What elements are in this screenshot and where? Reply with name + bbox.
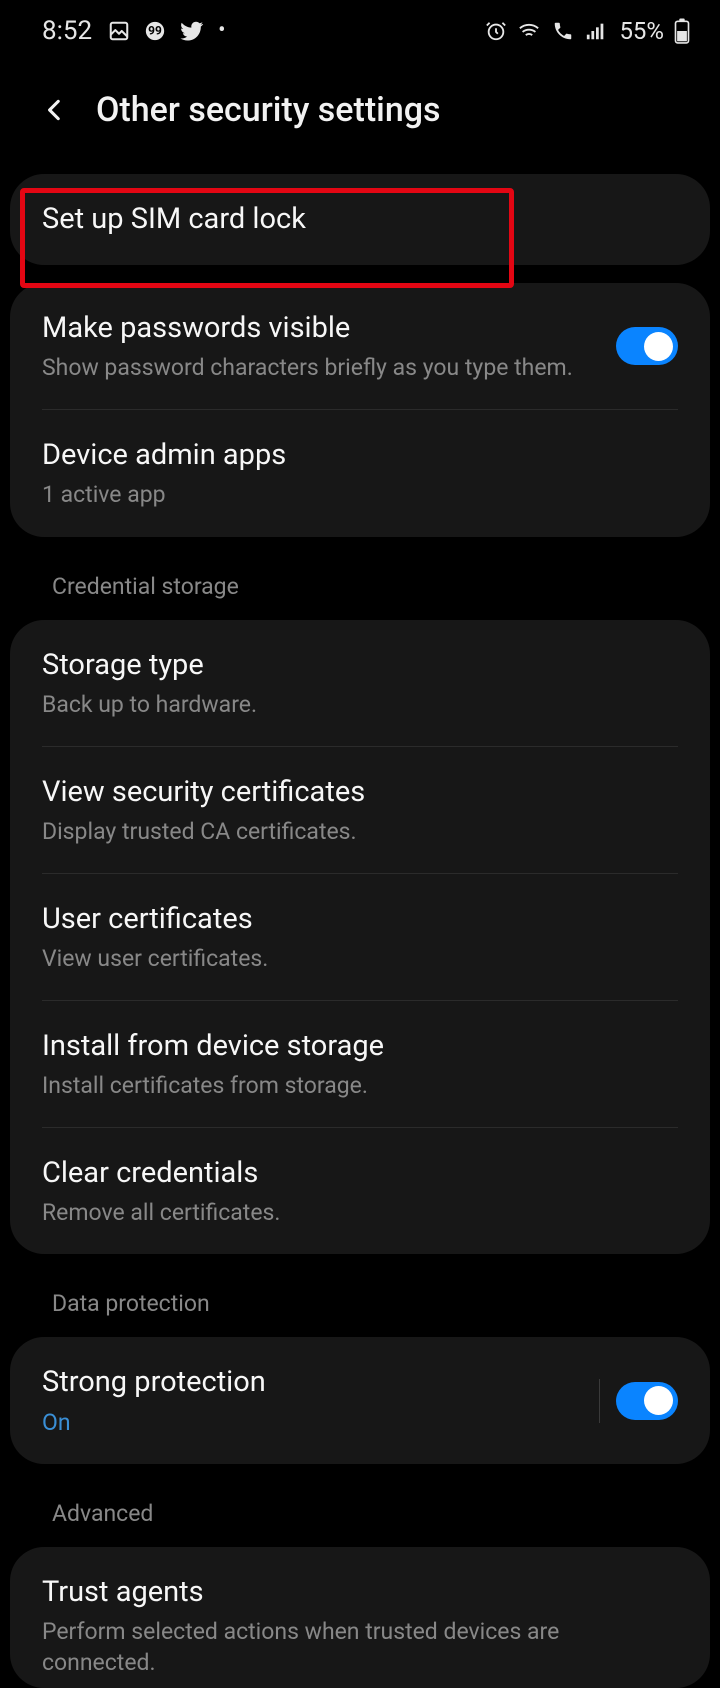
row-storage-type[interactable]: Storage type Back up to hardware. [10,620,710,746]
row-title: Install from device storage [42,1027,678,1066]
gallery-icon [108,20,130,42]
row-subtitle: Remove all certificates. [42,1197,678,1228]
section-header-credential-storage: Credential storage [10,555,710,620]
alarm-icon [485,20,507,42]
row-make-passwords-visible[interactable]: Make passwords visible Show password cha… [10,283,710,409]
toggle-strong-protection[interactable] [616,1382,678,1420]
row-sim-card-lock[interactable]: Set up SIM card lock [10,174,710,265]
twitter-icon [180,19,204,43]
row-strong-protection[interactable]: Strong protection On [10,1337,710,1463]
divider-vertical [599,1379,600,1423]
quote-icon: 99 [144,20,166,42]
row-title: Make passwords visible [42,309,600,348]
row-title: Clear credentials [42,1154,678,1193]
page-header: Other security settings [0,62,720,150]
row-device-admin-apps[interactable]: Device admin apps 1 active app [10,410,710,536]
battery-icon [674,18,690,44]
row-view-security-certificates[interactable]: View security certificates Display trust… [10,747,710,873]
row-user-certificates[interactable]: User certificates View user certificates… [10,874,710,1000]
wifi-icon [517,20,541,42]
status-time: 8:52 [42,16,92,46]
wifi-calling-icon [551,20,575,42]
row-title: Strong protection [42,1363,583,1402]
row-subtitle: 1 active app [42,479,678,510]
card-passwords-admin: Make passwords visible Show password cha… [10,283,710,536]
row-subtitle: On [42,1407,583,1438]
row-title: Storage type [42,646,678,685]
status-bar: 8:52 99 • 55% [0,0,720,62]
row-subtitle: Back up to hardware. [42,689,678,720]
battery-percentage: 55% [619,17,664,45]
row-trust-agents[interactable]: Trust agents Perform selected actions wh… [10,1547,710,1688]
back-icon[interactable] [42,95,68,125]
row-install-from-device-storage[interactable]: Install from device storage Install cert… [10,1001,710,1127]
row-title: User certificates [42,900,678,939]
section-header-advanced: Advanced [10,1482,710,1547]
toggle-passwords-visible[interactable] [616,327,678,365]
card-advanced: Trust agents Perform selected actions wh… [10,1547,710,1688]
card-data-protection: Strong protection On [10,1337,710,1463]
row-subtitle: Show password characters briefly as you … [42,352,600,383]
svg-text:99: 99 [148,24,162,38]
page-title: Other security settings [96,90,441,130]
row-subtitle: Display trusted CA certificates. [42,816,678,847]
row-title: Set up SIM card lock [42,200,678,239]
row-subtitle: Perform selected actions when trusted de… [42,1616,678,1678]
row-title: Device admin apps [42,436,678,475]
card-credential-storage: Storage type Back up to hardware. View s… [10,620,710,1255]
row-clear-credentials[interactable]: Clear credentials Remove all certificate… [10,1128,710,1254]
row-subtitle: Install certificates from storage. [42,1070,678,1101]
row-title: View security certificates [42,773,678,812]
card-sim: Set up SIM card lock [10,174,710,265]
dot-icon: • [218,20,225,42]
section-header-data-protection: Data protection [10,1272,710,1337]
row-subtitle: View user certificates. [42,943,678,974]
signal-icon [585,20,607,42]
row-title: Trust agents [42,1573,678,1612]
